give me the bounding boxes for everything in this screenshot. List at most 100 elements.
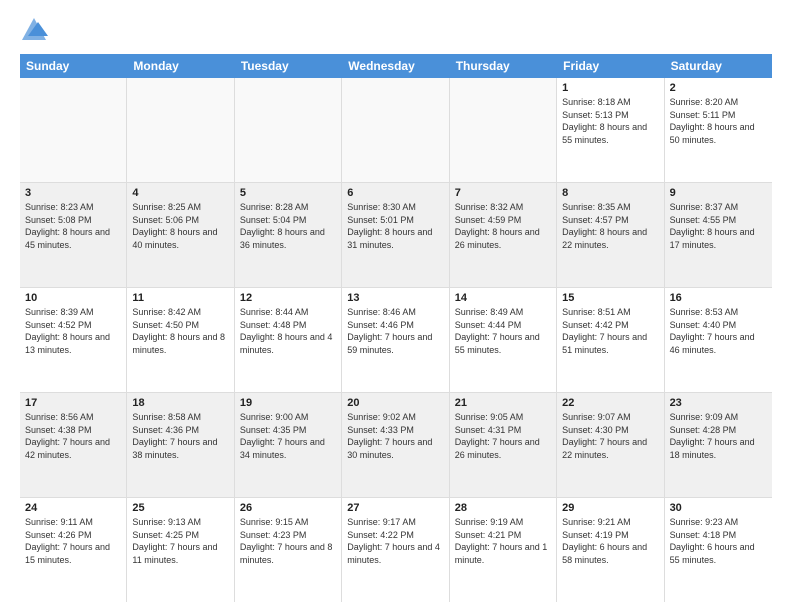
cal-cell-0-6: 2 Sunrise: 8:20 AM Sunset: 5:11 PM Daylig…: [665, 78, 772, 182]
day-info: Sunrise: 8:56 AM Sunset: 4:38 PM Dayligh…: [25, 411, 121, 461]
day-number: 23: [670, 397, 767, 409]
day-number: 8: [562, 187, 658, 199]
cal-cell-4-3: 27Sunrise: 9:17 AM Sunset: 4:22 PM Dayli…: [342, 498, 449, 602]
day-info: Sunrise: 8:53 AM Sunset: 4:40 PM Dayligh…: [670, 306, 767, 356]
day-number: 6: [347, 187, 443, 199]
day-number: 17: [25, 397, 121, 409]
cal-cell-1-4: 7 Sunrise: 8:32 AM Sunset: 4:59 PM Daylig…: [450, 183, 557, 287]
cal-cell-0-0: [20, 78, 127, 182]
page: SundayMondayTuesdayWednesdayThursdayFrid…: [0, 0, 792, 612]
day-info: Sunrise: 8:32 AM Sunset: 4:59 PM Dayligh…: [455, 201, 551, 251]
day-info: Sunrise: 9:17 AM Sunset: 4:22 PM Dayligh…: [347, 516, 443, 566]
cal-header-friday: Friday: [557, 54, 664, 78]
cal-header-thursday: Thursday: [450, 54, 557, 78]
cal-cell-2-6: 16 Sunrise: 8:53 AM Sunset: 4:40 PM Dayli…: [665, 288, 772, 392]
cal-cell-0-1: [127, 78, 234, 182]
day-info: Sunrise: 9:05 AM Sunset: 4:31 PM Dayligh…: [455, 411, 551, 461]
header: [20, 16, 772, 44]
cal-cell-3-3: 20 Sunrise: 9:02 AM Sunset: 4:33 PM Dayli…: [342, 393, 449, 497]
cal-cell-1-5: 8Sunrise: 8:35 AM Sunset: 4:57 PM Daylig…: [557, 183, 664, 287]
day-info: Sunrise: 8:46 AM Sunset: 4:46 PM Dayligh…: [347, 306, 443, 356]
day-info: Sunrise: 8:23 AM Sunset: 5:08 PM Dayligh…: [25, 201, 121, 251]
cal-cell-0-3: [342, 78, 449, 182]
day-info: Sunrise: 8:49 AM Sunset: 4:44 PM Dayligh…: [455, 306, 551, 356]
cal-cell-0-2: [235, 78, 342, 182]
day-info: Sunrise: 8:58 AM Sunset: 4:36 PM Dayligh…: [132, 411, 228, 461]
day-number: 7: [455, 187, 551, 199]
day-info: Sunrise: 9:11 AM Sunset: 4:26 PM Dayligh…: [25, 516, 121, 566]
cal-cell-2-5: 15 Sunrise: 8:51 AM Sunset: 4:42 PM Dayli…: [557, 288, 664, 392]
cal-cell-0-4: [450, 78, 557, 182]
cal-cell-3-0: 17 Sunrise: 8:56 AM Sunset: 4:38 PM Dayli…: [20, 393, 127, 497]
day-info: Sunrise: 8:51 AM Sunset: 4:42 PM Dayligh…: [562, 306, 658, 356]
cal-cell-2-4: 14 Sunrise: 8:49 AM Sunset: 4:44 PM Dayli…: [450, 288, 557, 392]
cal-cell-1-2: 5 Sunrise: 8:28 AM Sunset: 5:04 PM Daylig…: [235, 183, 342, 287]
day-number: 4: [132, 187, 228, 199]
calendar-body: 1Sunrise: 8:18 AM Sunset: 5:13 PM Daylig…: [20, 78, 772, 602]
logo: [20, 16, 52, 44]
day-number: 22: [562, 397, 658, 409]
cal-cell-4-6: 30Sunrise: 9:23 AM Sunset: 4:18 PM Dayli…: [665, 498, 772, 602]
cal-cell-2-2: 12 Sunrise: 8:44 AM Sunset: 4:48 PM Dayli…: [235, 288, 342, 392]
day-number: 13: [347, 292, 443, 304]
day-number: 19: [240, 397, 336, 409]
cal-week-1: 3Sunrise: 8:23 AM Sunset: 5:08 PM Daylig…: [20, 183, 772, 288]
cal-week-0: 1Sunrise: 8:18 AM Sunset: 5:13 PM Daylig…: [20, 78, 772, 183]
cal-cell-0-5: 1Sunrise: 8:18 AM Sunset: 5:13 PM Daylig…: [557, 78, 664, 182]
cal-header-wednesday: Wednesday: [342, 54, 449, 78]
day-info: Sunrise: 8:28 AM Sunset: 5:04 PM Dayligh…: [240, 201, 336, 251]
cal-cell-4-5: 29 Sunrise: 9:21 AM Sunset: 4:19 PM Dayli…: [557, 498, 664, 602]
cal-cell-2-1: 11 Sunrise: 8:42 AM Sunset: 4:50 PM Dayli…: [127, 288, 234, 392]
day-number: 25: [132, 502, 228, 514]
cal-cell-4-1: 25Sunrise: 9:13 AM Sunset: 4:25 PM Dayli…: [127, 498, 234, 602]
day-number: 21: [455, 397, 551, 409]
calendar: SundayMondayTuesdayWednesdayThursdayFrid…: [20, 54, 772, 602]
day-number: 18: [132, 397, 228, 409]
cal-cell-3-1: 18 Sunrise: 8:58 AM Sunset: 4:36 PM Dayli…: [127, 393, 234, 497]
day-number: 12: [240, 292, 336, 304]
cal-header-saturday: Saturday: [665, 54, 772, 78]
day-number: 9: [670, 187, 767, 199]
day-info: Sunrise: 9:21 AM Sunset: 4:19 PM Dayligh…: [562, 516, 658, 566]
cal-cell-1-3: 6 Sunrise: 8:30 AM Sunset: 5:01 PM Daylig…: [342, 183, 449, 287]
cal-cell-2-0: 10Sunrise: 8:39 AM Sunset: 4:52 PM Dayli…: [20, 288, 127, 392]
day-number: 28: [455, 502, 551, 514]
day-info: Sunrise: 8:25 AM Sunset: 5:06 PM Dayligh…: [132, 201, 228, 251]
cal-cell-3-5: 22 Sunrise: 9:07 AM Sunset: 4:30 PM Dayli…: [557, 393, 664, 497]
day-info: Sunrise: 8:44 AM Sunset: 4:48 PM Dayligh…: [240, 306, 336, 356]
cal-header-sunday: Sunday: [20, 54, 127, 78]
cal-header-monday: Monday: [127, 54, 234, 78]
day-number: 29: [562, 502, 658, 514]
cal-cell-4-4: 28 Sunrise: 9:19 AM Sunset: 4:21 PM Dayli…: [450, 498, 557, 602]
day-number: 15: [562, 292, 658, 304]
day-info: Sunrise: 9:02 AM Sunset: 4:33 PM Dayligh…: [347, 411, 443, 461]
day-number: 16: [670, 292, 767, 304]
cal-cell-1-0: 3Sunrise: 8:23 AM Sunset: 5:08 PM Daylig…: [20, 183, 127, 287]
cal-header-tuesday: Tuesday: [235, 54, 342, 78]
day-number: 11: [132, 292, 228, 304]
day-number: 10: [25, 292, 121, 304]
day-number: 2: [670, 82, 767, 94]
logo-icon: [20, 16, 48, 44]
cal-cell-3-6: 23 Sunrise: 9:09 AM Sunset: 4:28 PM Dayli…: [665, 393, 772, 497]
day-info: Sunrise: 9:09 AM Sunset: 4:28 PM Dayligh…: [670, 411, 767, 461]
day-info: Sunrise: 9:19 AM Sunset: 4:21 PM Dayligh…: [455, 516, 551, 566]
day-info: Sunrise: 8:20 AM Sunset: 5:11 PM Dayligh…: [670, 96, 767, 146]
day-info: Sunrise: 8:30 AM Sunset: 5:01 PM Dayligh…: [347, 201, 443, 251]
day-info: Sunrise: 9:15 AM Sunset: 4:23 PM Dayligh…: [240, 516, 336, 566]
day-number: 24: [25, 502, 121, 514]
cal-cell-4-2: 26 Sunrise: 9:15 AM Sunset: 4:23 PM Dayli…: [235, 498, 342, 602]
day-info: Sunrise: 9:23 AM Sunset: 4:18 PM Dayligh…: [670, 516, 767, 566]
cal-cell-3-2: 19Sunrise: 9:00 AM Sunset: 4:35 PM Dayli…: [235, 393, 342, 497]
cal-cell-4-0: 24 Sunrise: 9:11 AM Sunset: 4:26 PM Dayli…: [20, 498, 127, 602]
day-info: Sunrise: 8:18 AM Sunset: 5:13 PM Dayligh…: [562, 96, 658, 146]
day-info: Sunrise: 8:37 AM Sunset: 4:55 PM Dayligh…: [670, 201, 767, 251]
day-number: 26: [240, 502, 336, 514]
day-info: Sunrise: 9:07 AM Sunset: 4:30 PM Dayligh…: [562, 411, 658, 461]
day-info: Sunrise: 8:42 AM Sunset: 4:50 PM Dayligh…: [132, 306, 228, 356]
cal-cell-2-3: 13 Sunrise: 8:46 AM Sunset: 4:46 PM Dayli…: [342, 288, 449, 392]
cal-cell-1-6: 9 Sunrise: 8:37 AM Sunset: 4:55 PM Daylig…: [665, 183, 772, 287]
day-number: 20: [347, 397, 443, 409]
day-number: 5: [240, 187, 336, 199]
day-number: 14: [455, 292, 551, 304]
